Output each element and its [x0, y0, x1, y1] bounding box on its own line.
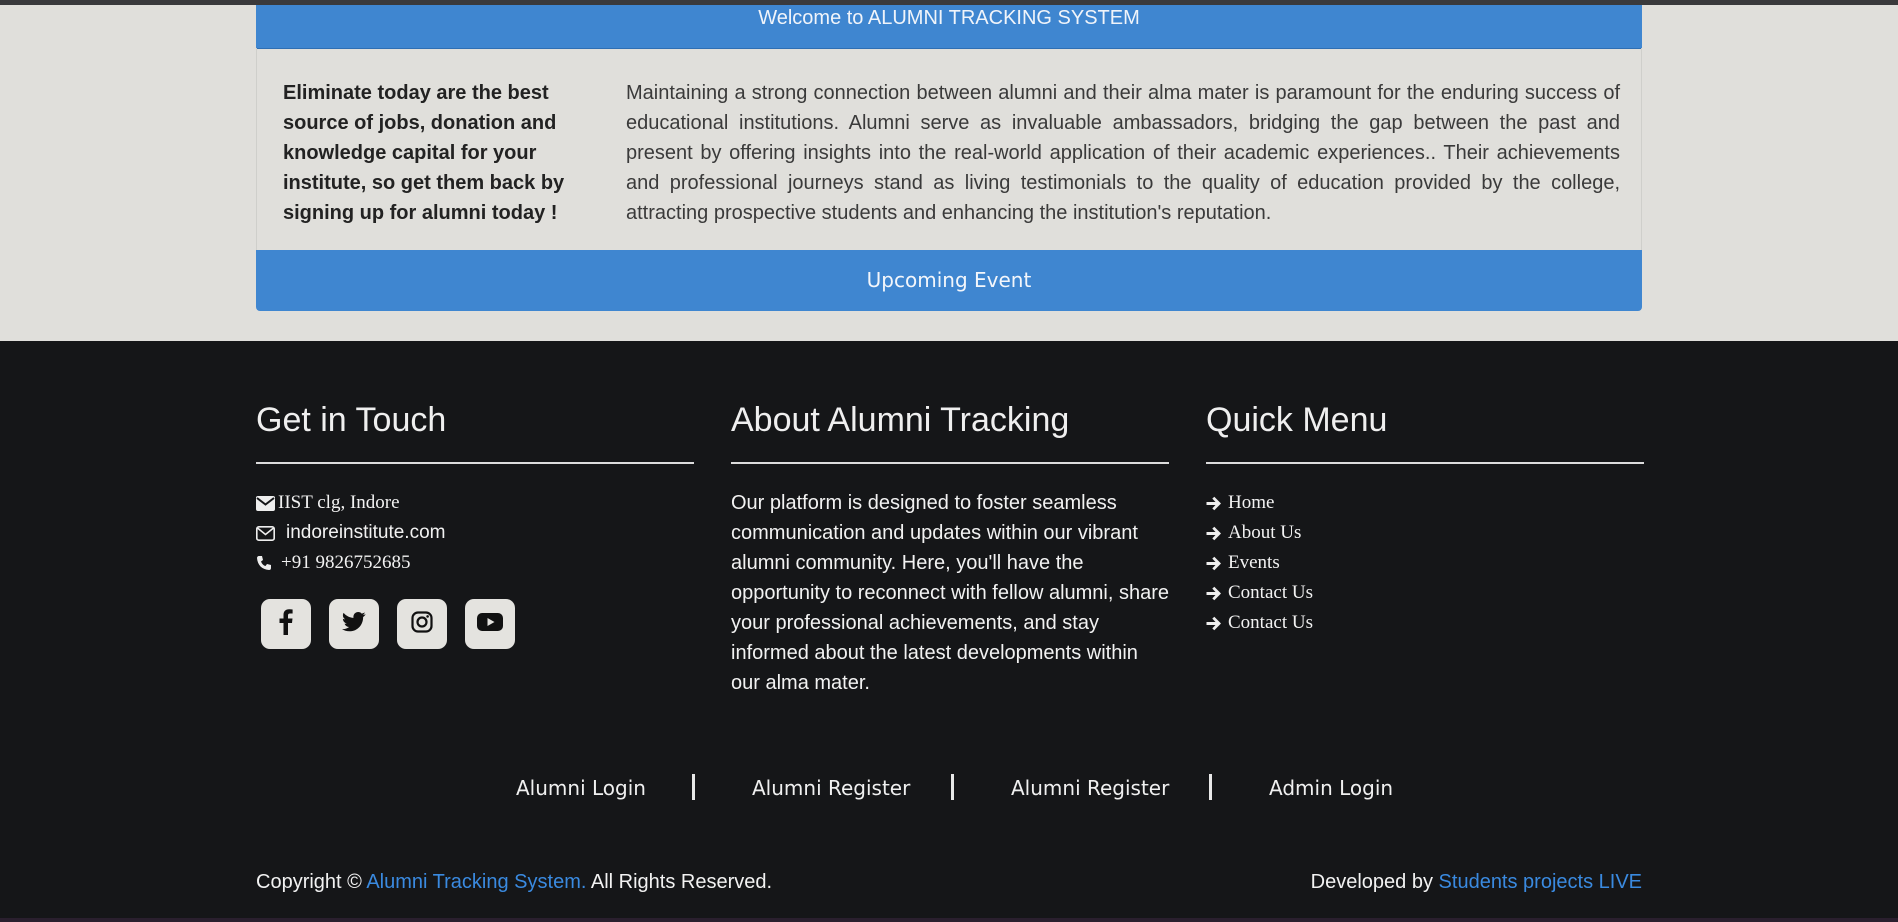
footer: Get in Touch IIST clg, Indore indoreinst… [0, 341, 1898, 922]
youtube-button[interactable] [465, 599, 515, 649]
about-text: Our platform is designed to foster seaml… [731, 492, 1170, 694]
alumni-register-link-2[interactable]: Alumni Register [1011, 776, 1169, 800]
bottom-border [0, 918, 1898, 922]
quick-menu-item-home[interactable]: Home [1206, 488, 1313, 518]
intro-panel: Eliminate today are the best source of j… [256, 48, 1642, 253]
welcome-banner: Welcome to ALUMNI TRACKING SYSTEM [256, 5, 1642, 49]
social-links [261, 599, 515, 649]
contact-email: indoreinstitute.com [256, 518, 445, 548]
contact-address: IIST clg, Indore [256, 488, 445, 518]
link-separator [1209, 774, 1212, 800]
facebook-button[interactable] [261, 599, 311, 649]
welcome-section: Welcome to ALUMNI TRACKING SYSTEM Elimin… [0, 5, 1898, 341]
facebook-icon [279, 608, 293, 640]
about-divider [731, 462, 1169, 464]
alumni-register-link[interactable]: Alumni Register [752, 776, 910, 800]
quick-menu-divider [1206, 462, 1644, 464]
quick-menu-label[interactable]: Contact Us [1228, 612, 1313, 634]
twitter-icon [342, 611, 366, 637]
youtube-icon [477, 612, 503, 636]
alumni-login-link[interactable]: Alumni Login [516, 776, 646, 800]
quick-menu-label[interactable]: Home [1228, 492, 1274, 514]
copyright-prefix: Copyright © [256, 871, 362, 893]
contact-heading: Get in Touch [256, 401, 447, 439]
quick-menu-item-contact-us[interactable]: Contact Us [1206, 578, 1313, 608]
link-separator [692, 774, 695, 800]
address-text: IIST clg, Indore [278, 492, 400, 513]
about-heading: About Alumni Tracking [731, 401, 1070, 439]
quick-menu-item-about-us[interactable]: About Us [1206, 518, 1313, 548]
developer-prefix: Developed by [1310, 871, 1439, 893]
instagram-icon [411, 610, 433, 638]
developer-credit: Developed by Students projects LIVE [1311, 871, 1642, 894]
intro-description: Maintaining a strong connection between … [626, 82, 1620, 224]
envelope-icon [256, 523, 286, 543]
contact-list: IIST clg, Indore indoreinstitute.com +91… [256, 488, 445, 578]
quick-menu-label[interactable]: Contact Us [1228, 582, 1313, 604]
admin-login-link[interactable]: Admin Login [1269, 776, 1393, 800]
instagram-button[interactable] [397, 599, 447, 649]
twitter-button[interactable] [329, 599, 379, 649]
arrow-right-icon [1206, 553, 1228, 573]
intro-lead: Eliminate today are the best source of j… [283, 82, 565, 224]
link-separator [951, 774, 954, 800]
phone-icon [256, 553, 281, 573]
envelope-icon [256, 493, 278, 513]
quick-menu-label[interactable]: About Us [1228, 522, 1301, 544]
copyright: Copyright © Alumni Tracking System. All … [256, 871, 772, 894]
quick-menu-list: Home About Us Events Contact Us Contact … [1206, 488, 1313, 638]
upcoming-event-bar[interactable]: Upcoming Event [256, 250, 1642, 311]
arrow-right-icon [1206, 493, 1228, 513]
contact-divider [256, 462, 694, 464]
quick-menu-heading: Quick Menu [1206, 401, 1388, 439]
site-name-link[interactable]: Alumni Tracking System. [366, 871, 586, 893]
quick-menu-item-events[interactable]: Events [1206, 548, 1313, 578]
arrow-right-icon [1206, 523, 1228, 543]
contact-phone: +91 9826752685 [256, 548, 445, 578]
quick-menu-item-contact-us-2[interactable]: Contact Us [1206, 608, 1313, 638]
copyright-suffix: All Rights Reserved. [586, 871, 773, 893]
arrow-right-icon [1206, 583, 1228, 603]
phone-text[interactable]: +91 9826752685 [281, 552, 410, 574]
email-text[interactable]: indoreinstitute.com [286, 522, 445, 544]
quick-menu-label[interactable]: Events [1228, 552, 1280, 574]
arrow-right-icon [1206, 613, 1228, 633]
developer-link[interactable]: Students projects LIVE [1439, 871, 1642, 893]
